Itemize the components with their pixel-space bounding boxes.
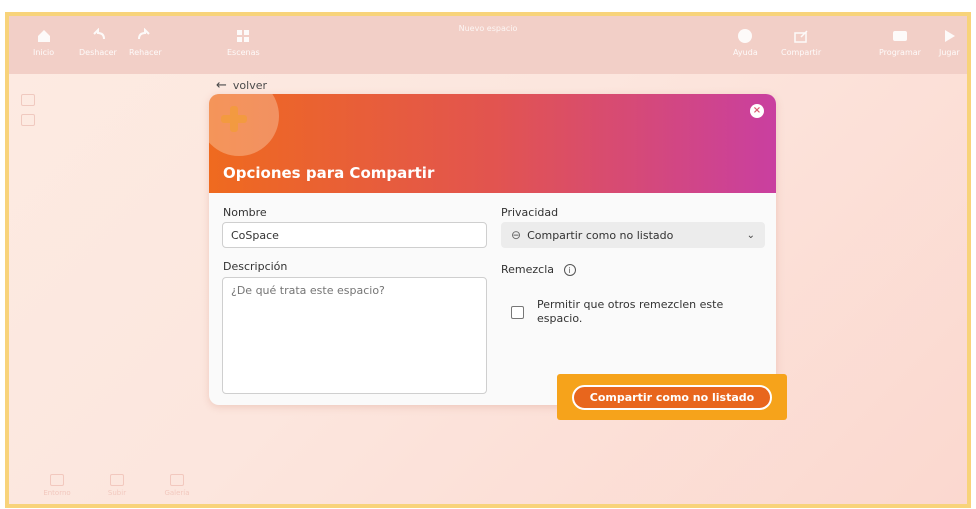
privacy-value: Compartir como no listado [527,228,674,242]
back-label: volver [232,79,268,92]
upload-label: Subir [107,489,127,497]
upload-button[interactable]: Subir [97,474,137,497]
bottom-toolbar: Entorno Subir Galería [37,474,207,504]
privacy-select[interactable]: ⊖ Compartir como no listado ⌄ [501,222,765,248]
code-icon [892,31,907,41]
back-link[interactable]: ← volver [216,78,267,93]
privacy-label: Privacidad [501,206,559,219]
description-label: Descripción [223,260,288,273]
play-icon [945,30,956,42]
redo-icon [138,28,151,40]
top-toolbar: Nuevo espacio Inicio Deshacer Rehacer Es… [9,16,967,74]
home-label: Inicio [33,48,55,57]
description-textarea[interactable] [222,277,487,394]
gallery-label: Galería [164,489,190,497]
scenes-label: Escenas [227,48,260,57]
dialog-header: × Opciones para Compartir [209,94,776,193]
upload-icon [110,474,124,486]
share-icon [794,30,808,43]
info-icon[interactable]: i [563,264,576,276]
name-label: Nombre [223,206,267,219]
home-button[interactable]: Inicio [33,28,54,57]
environment-label: Entorno [43,489,71,497]
chevron-down-icon: ⌄ [746,229,755,241]
dialog-title: Opciones para Compartir [223,164,435,182]
remix-label-row: Remezcla i [501,263,576,276]
remix-label: Remezcla [501,263,555,276]
share-toolbar-button[interactable]: Compartir [781,28,821,57]
grid-icon [237,30,250,42]
plus-badge [209,94,279,156]
undo-label: Deshacer [79,48,117,57]
left-toolbar [21,94,35,134]
remix-checkbox-label: Permitir que otros remezclen este espaci… [537,298,724,325]
redo-label: Rehacer [129,48,162,57]
help-button[interactable]: Ayuda [733,28,758,57]
name-input[interactable] [222,222,487,248]
help-label: Ayuda [733,48,758,57]
play-button[interactable]: Jugar [939,28,960,57]
gallery-icon [170,474,184,486]
code-button[interactable]: Programar [879,28,921,57]
environment-icon [50,474,64,486]
share-toolbar-label: Compartir [781,48,822,57]
share-unlisted-button[interactable]: Compartir como no listado [572,385,772,410]
layers-icon[interactable] [21,114,35,126]
undo-icon [93,28,105,40]
redo-button[interactable]: Rehacer [129,28,162,57]
help-icon [738,29,753,43]
plus-icon [221,106,247,132]
scenes-button[interactable]: Escenas [227,28,260,57]
share-options-dialog: × Opciones para Compartir Nombre Descrip… [209,94,776,405]
camera-icon[interactable] [21,94,35,106]
remix-checkbox[interactable] [511,306,524,319]
play-label: Jugar [939,48,960,57]
home-icon [37,30,50,42]
link-icon: ⊖ [511,228,522,242]
close-button[interactable]: × [750,104,764,118]
environment-button[interactable]: Entorno [37,474,77,497]
code-label: Programar [879,48,921,57]
gallery-button[interactable]: Galería [157,474,197,497]
undo-button[interactable]: Deshacer [79,28,117,57]
back-arrow-icon: ← [216,78,227,93]
